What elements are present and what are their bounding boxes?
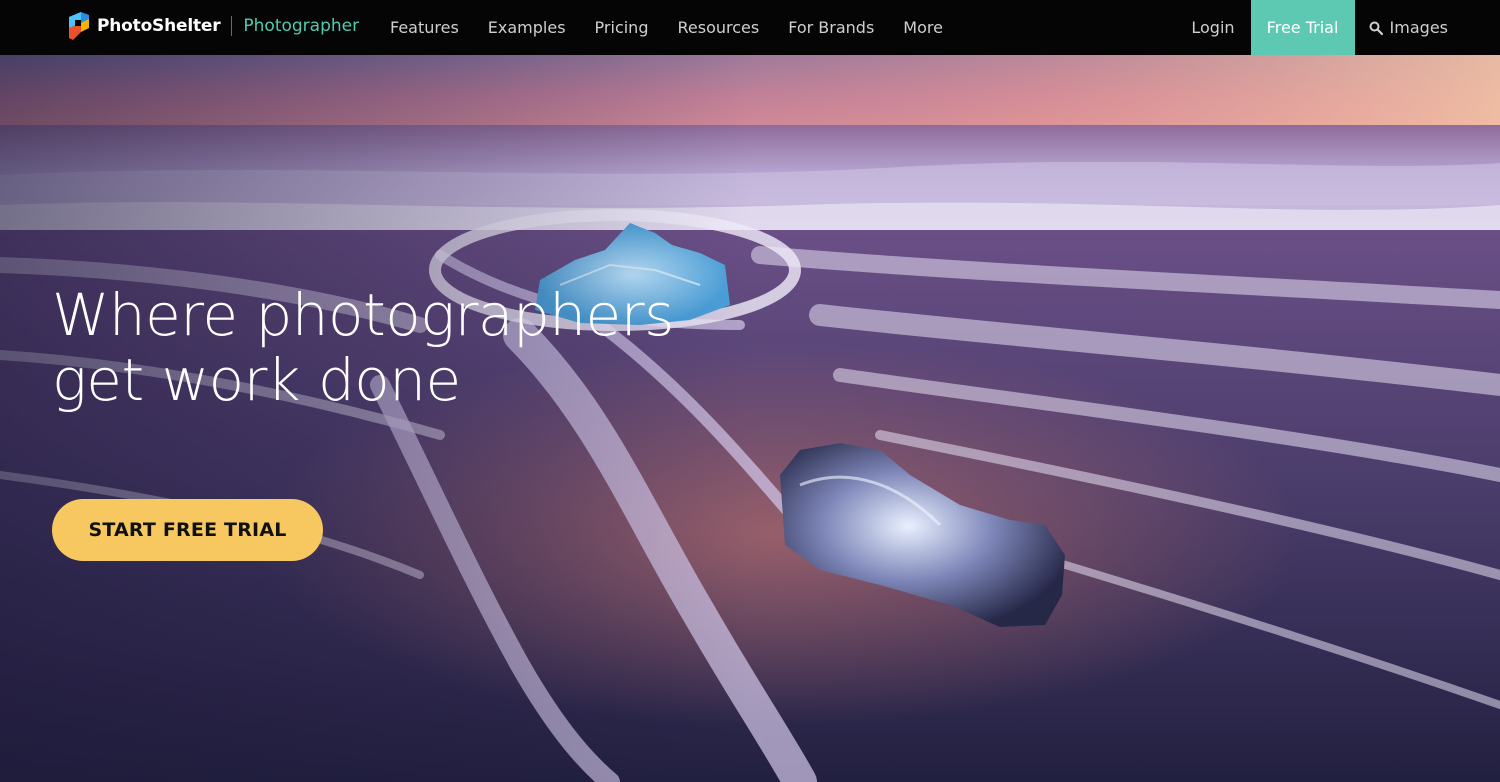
hero-headline: Where photographers get work done xyxy=(52,281,674,414)
nav-item-pricing[interactable]: Pricing xyxy=(595,18,649,37)
images-search-link[interactable]: Images xyxy=(1355,18,1500,37)
hero-section: Where photographers get work done START … xyxy=(0,55,1500,782)
brand-divider xyxy=(231,16,233,36)
free-trial-button[interactable]: Free Trial xyxy=(1250,0,1355,55)
top-navigation: PhotoShelter Photographer Features Examp… xyxy=(0,0,1500,55)
photoshelter-logo-icon xyxy=(69,12,89,40)
start-free-trial-button[interactable]: START FREE TRIAL xyxy=(52,499,323,561)
main-nav: Features Examples Pricing Resources For … xyxy=(390,0,972,55)
brand[interactable]: PhotoShelter Photographer xyxy=(67,10,359,42)
nav-item-features[interactable]: Features xyxy=(390,18,459,37)
login-link[interactable]: Login xyxy=(1191,18,1234,37)
nav-right: Login Free Trial Images xyxy=(1191,0,1500,55)
brand-name: PhotoShelter xyxy=(97,16,221,36)
nav-item-examples[interactable]: Examples xyxy=(488,18,566,37)
search-icon xyxy=(1369,21,1383,35)
nav-item-more[interactable]: More xyxy=(903,18,943,37)
brand-product: Photographer xyxy=(243,16,360,36)
hero-image xyxy=(0,55,1500,782)
nav-item-for-brands[interactable]: For Brands xyxy=(788,18,874,37)
nav-item-resources[interactable]: Resources xyxy=(677,18,759,37)
images-label: Images xyxy=(1389,18,1448,37)
